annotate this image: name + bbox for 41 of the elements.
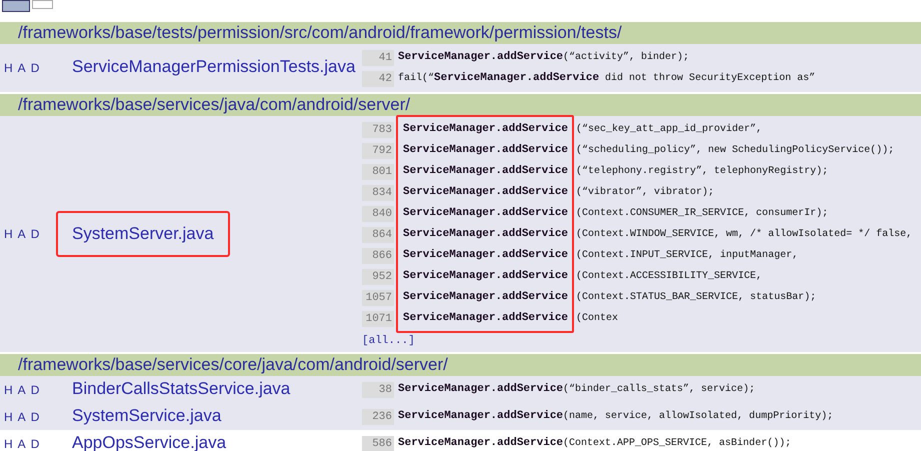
directory-path-header[interactable]: /frameworks/base/services/core/java/com/android/server/ bbox=[0, 352, 921, 376]
directory-path-header[interactable]: /frameworks/base/tests/permission/src/com/android/framework/permission/tests/ bbox=[0, 20, 921, 44]
history-link[interactable]: H bbox=[4, 434, 13, 451]
download-link[interactable]: D bbox=[30, 408, 40, 426]
download-link[interactable]: D bbox=[30, 434, 40, 451]
annotate-link[interactable]: A bbox=[18, 434, 26, 451]
code-line: ServiceManager.addService(Context.ACCESSIBILITY_SERVICE, bbox=[403, 269, 762, 284]
file-name-link[interactable]: BinderCallsStatsService.java bbox=[72, 378, 290, 400]
code-line: ServiceManager.addService(Context.APP_OPS_SERVICE, asBinder()); bbox=[398, 436, 792, 451]
page-toggle[interactable] bbox=[2, 0, 30, 12]
code-line: ServiceManager.addService(“sec_key_att_app_id_provider”, bbox=[403, 122, 762, 138]
download-link[interactable]: D bbox=[30, 380, 40, 398]
annotate-link[interactable]: A bbox=[18, 59, 26, 77]
file-name-link[interactable]: SystemService.java bbox=[72, 404, 222, 426]
file-name-link[interactable]: AppOpsService.java bbox=[72, 432, 226, 451]
annotate-link[interactable]: A bbox=[18, 408, 26, 426]
history-link[interactable]: H bbox=[4, 225, 13, 243]
code-line: ServiceManager.addService(“vibrator”, vibrator); bbox=[403, 185, 714, 200]
annotate-link[interactable]: A bbox=[18, 380, 26, 398]
code-line: ServiceManager.addService(Contex bbox=[403, 311, 618, 326]
history-link[interactable]: H bbox=[4, 380, 13, 398]
annotate-link[interactable]: A bbox=[18, 225, 26, 243]
code-line: ServiceManager.addService(“binder_calls_stats”, service); bbox=[398, 382, 756, 398]
page-toggle[interactable] bbox=[32, 0, 53, 9]
download-link[interactable]: D bbox=[30, 225, 40, 243]
code-line: ServiceManager.addService(“activity”, binder); bbox=[398, 50, 690, 66]
code-line: ServiceManager.addService(name, service, allowIsolated, dumpPriority); bbox=[398, 409, 834, 424]
code-line: ServiceManager.addService(“telephony.registry”, telephonyRegistry); bbox=[403, 164, 828, 180]
download-link[interactable]: D bbox=[30, 59, 40, 77]
history-link[interactable]: H bbox=[4, 408, 13, 426]
code-line: ServiceManager.addService(Context.INPUT_SERVICE, inputManager, bbox=[403, 248, 798, 264]
code-line: ServiceManager.addService(“scheduling_policy”, new SchedulingPolicyService()); bbox=[403, 143, 894, 158]
file-name-link[interactable]: SystemServer.java bbox=[56, 211, 230, 257]
code-line: ServiceManager.addService(Context.CONSUMER_IR_SERVICE, consumerIr); bbox=[403, 206, 828, 222]
directory-path-header[interactable]: /frameworks/base/services/java/com/android/server/ bbox=[0, 92, 921, 116]
file-name-link[interactable]: ServiceManagerPermissionTests.java bbox=[72, 56, 356, 78]
history-link[interactable]: H bbox=[4, 59, 13, 77]
show-all-link[interactable]: [all...] bbox=[362, 332, 415, 350]
code-line: ServiceManager.addService(Context.STATUS_BAR_SERVICE, statusBar); bbox=[403, 290, 816, 306]
code-line: fail(“ServiceManager.addService did not throw SecurityException as” bbox=[398, 71, 816, 86]
code-line: ServiceManager.addService(Context.WINDOW_SERVICE, wm, /* allowIsolated= */ false, bbox=[403, 227, 912, 242]
